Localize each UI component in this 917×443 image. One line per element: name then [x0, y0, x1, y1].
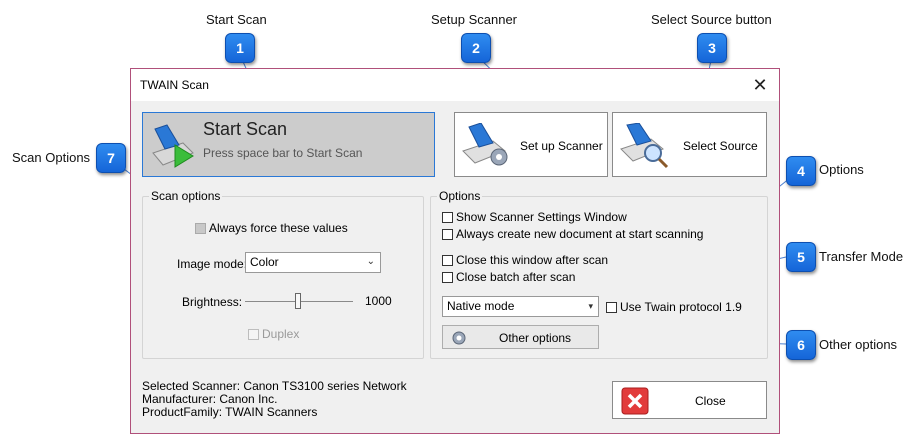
product-family-text: ProductFamily: TWAIN Scanners	[142, 405, 318, 419]
title-bar: TWAIN Scan ✕	[131, 69, 779, 101]
image-mode-select[interactable]: Color ⌄	[245, 252, 381, 273]
twain-protocol-checkbox[interactable]: Use Twain protocol 1.9	[606, 300, 742, 314]
show-settings-label: Show Scanner Settings Window	[456, 210, 627, 224]
callout-label-start-scan: Start Scan	[206, 12, 267, 27]
duplex-checkbox[interactable]: Duplex	[248, 327, 299, 341]
start-scan-subtitle: Press space bar to Start Scan	[203, 146, 363, 160]
callout-label-other-options: Other options	[819, 337, 898, 352]
scanner-play-icon	[152, 124, 194, 168]
always-force-checkbox[interactable]: Always force these values	[195, 221, 348, 235]
transfer-mode-select[interactable]: Native mode ▾	[442, 296, 599, 317]
select-source-label: Select Source	[683, 139, 758, 153]
callout-label-transfer-mode: Transfer Mode	[819, 249, 904, 264]
transfer-mode-value: Native mode	[447, 299, 515, 313]
image-mode-value: Color	[250, 255, 279, 269]
brightness-value: 1000	[365, 294, 392, 308]
always-new-doc-label: Always create new document at start scan…	[456, 227, 704, 241]
start-scan-button[interactable]: Start Scan Press space bar to Start Scan	[142, 112, 435, 177]
red-x-icon	[621, 387, 649, 415]
checkbox-box	[248, 328, 259, 340]
chevron-down-icon: ⌄	[366, 256, 375, 267]
scan-options-title: Scan options	[149, 189, 223, 203]
duplex-label: Duplex	[262, 327, 300, 341]
callout-label-setup-scanner: Setup Scanner	[431, 12, 518, 27]
callout-badge-7: 7	[96, 143, 126, 173]
callout-badge-1: 1	[225, 33, 255, 63]
twain-protocol-label: Use Twain protocol 1.9	[620, 300, 742, 314]
start-scan-title: Start Scan	[203, 119, 288, 139]
callout-badge-2: 2	[461, 33, 491, 63]
close-button-label: Close	[695, 394, 726, 408]
callout-badge-5: 5	[786, 242, 816, 272]
close-batch-checkbox[interactable]: Close batch after scan	[442, 270, 575, 284]
scanner-magnifier-icon	[620, 123, 669, 169]
callout-label-options: Options	[819, 162, 864, 177]
gear-icon	[452, 331, 466, 345]
image-mode-label: Image mode:	[177, 257, 248, 271]
callout-badge-6: 6	[786, 330, 816, 360]
other-options-label: Other options	[499, 331, 572, 345]
brightness-label: Brightness:	[182, 295, 243, 309]
always-new-doc-checkbox[interactable]: Always create new document at start scan…	[442, 227, 703, 241]
options-title: Options	[437, 189, 483, 203]
scan-options-group: Scan options Always force these values I…	[142, 189, 424, 359]
window-title: TWAIN Scan	[140, 78, 209, 92]
callout-badge-4: 4	[786, 156, 816, 186]
checkbox-box	[442, 228, 453, 240]
close-window-checkbox[interactable]: Close this window after scan	[442, 253, 608, 267]
callout-label-scan-options: Scan Options	[12, 150, 91, 165]
checkbox-box	[442, 211, 453, 223]
checkbox-box	[442, 271, 453, 283]
window-close-icon[interactable]: ✕	[749, 74, 771, 96]
scanner-gear-icon	[462, 123, 508, 166]
setup-scanner-label: Set up Scanner	[520, 139, 603, 153]
close-button[interactable]: Close	[612, 381, 767, 419]
setup-scanner-button[interactable]: Set up Scanner	[454, 112, 608, 177]
checkbox-box	[195, 222, 206, 234]
dropdown-arrow-icon: ▾	[588, 301, 593, 311]
callout-label-select-source: Select Source button	[651, 12, 772, 27]
other-options-button[interactable]: Other options	[442, 325, 599, 349]
brightness-slider-thumb[interactable]	[295, 293, 301, 309]
always-force-label: Always force these values	[209, 221, 348, 235]
callout-badge-3: 3	[697, 33, 727, 63]
close-window-label: Close this window after scan	[456, 253, 609, 267]
twain-scan-dialog: TWAIN Scan ✕ Start Scan Press space bar …	[130, 68, 780, 434]
scanner-info: Selected Scanner: Canon TS3100 series Ne…	[142, 380, 407, 419]
close-batch-label: Close batch after scan	[456, 270, 576, 284]
checkbox-box	[606, 301, 617, 313]
show-settings-checkbox[interactable]: Show Scanner Settings Window	[442, 210, 627, 224]
checkbox-box	[442, 254, 453, 266]
options-group: Options Show Scanner Settings Window Alw…	[430, 189, 768, 359]
select-source-button[interactable]: Select Source	[612, 112, 767, 177]
